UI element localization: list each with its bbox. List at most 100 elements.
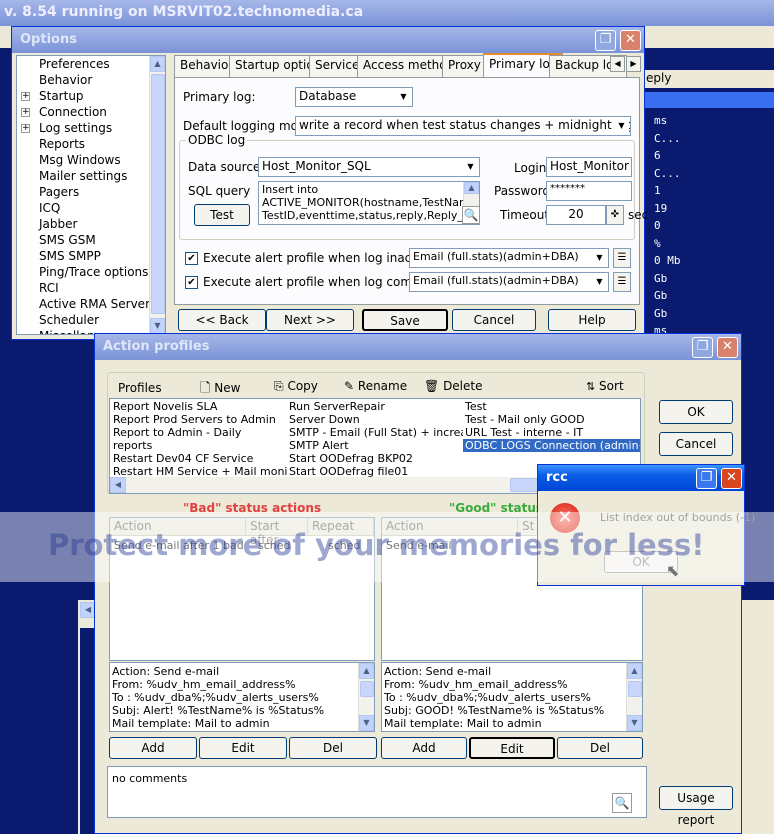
exec-life-select[interactable]: Email (full.stats)(admin+DBA) ▼ [409,272,609,292]
zoom-icon[interactable]: 🔍 [462,206,480,224]
exec-inaccessible-checkbox[interactable]: ✔ [185,252,198,265]
options-restore-button[interactable]: ❐ [595,30,616,51]
bad-add-button[interactable]: Add [109,737,197,759]
cancel-button[interactable]: Cancel [452,309,536,331]
help-button[interactable]: Help [548,309,636,331]
tree-item[interactable]: RCI [17,281,165,297]
tree-item[interactable]: Msg Windows [17,153,165,169]
copy-profile-button[interactable]: ⎘ Copy [274,379,318,394]
list-item[interactable]: Restart Dev04 CF Service [111,452,287,465]
tree-item[interactable]: ICQ [17,201,165,217]
list-item[interactable]: Report Prod Servers to Admin [111,413,287,426]
profiles-scroll-left[interactable]: ◀ [110,477,126,493]
list-item[interactable]: reports [111,439,287,452]
expand-plus-icon[interactable]: + [21,124,30,133]
data-source-select[interactable]: Host_Monitor_SQL ▼ [258,157,480,177]
exec-inaccessible-select[interactable]: Email (full.stats)(admin+DBA) ▼ [409,248,609,268]
tree-item[interactable]: + Startup [17,89,165,105]
new-document-icon: 🗋 [200,381,211,396]
sort-label: Sort [599,379,624,393]
tree-item[interactable]: Active RMA Server [17,297,165,313]
error-title: rcc [546,470,568,485]
ok-button[interactable]: OK [659,400,733,424]
list-item[interactable]: URL Test - interne - IT [463,426,640,439]
tree-scroll-down[interactable]: ▼ [150,318,165,334]
action-profiles-restore-button[interactable]: ❐ [692,337,713,358]
good-details-scroll-down[interactable]: ▼ [627,715,642,731]
default-mode-value: write a record when test status changes … [299,118,630,132]
list-item[interactable]: Test - Mail only GOOD [463,413,640,426]
options-tree[interactable]: Preferences Behavior + Startup + Connection + L… [16,55,166,335]
tree-item[interactable]: + Log settings [17,121,165,137]
tab-scroll-left[interactable]: ◀ [610,56,625,72]
comments-box[interactable]: no comments 🔍 [107,766,647,818]
list-item[interactable]: Report Novelis SLA [111,400,287,413]
tree-scroll-thumb[interactable] [151,74,165,314]
primary-log-select[interactable]: Database ▼ [295,87,413,107]
expand-plus-icon[interactable]: + [21,92,30,101]
test-button[interactable]: Test [194,204,250,226]
rename-profile-button[interactable]: ✎ Rename [344,379,407,393]
chevron-down-icon: ▼ [592,274,607,290]
expand-plus-icon[interactable]: + [21,108,30,117]
profile-list-icon[interactable]: ☰ [613,272,631,292]
bad-details-scroll-down[interactable]: ▼ [359,715,374,731]
sql-scroll-up[interactable]: ▲ [464,182,479,194]
good-details-thumb[interactable] [628,681,642,697]
tree-scroll-up[interactable]: ▲ [150,56,165,72]
tree-scrollbar[interactable]: ▲ ▼ [149,56,165,334]
timeout-input[interactable]: 20 [546,205,606,225]
bad-del-button[interactable]: Del [289,737,377,759]
error-close-button[interactable]: ✕ [721,468,742,489]
list-item[interactable]: SMTP - Email (Full Stat) + increase Tr [287,426,463,439]
tree-item[interactable]: SMS GSM [17,233,165,249]
good-edit-button[interactable]: Edit [469,737,555,759]
bad-edit-button[interactable]: Edit [199,737,287,759]
data-source-value: Host_Monitor_SQL [262,159,371,173]
tree-item[interactable]: Behavior [17,73,165,89]
save-button[interactable]: Save [362,309,448,331]
back-button[interactable]: << Back [178,309,266,331]
next-button[interactable]: Next >> [266,309,354,331]
default-mode-select[interactable]: write a record when test status changes … [295,116,631,136]
timeout-spin-icon[interactable]: ✜ [606,205,624,225]
tree-item[interactable]: Preferences [17,57,165,73]
good-add-button[interactable]: Add [381,737,467,759]
delete-profile-button[interactable]: 🗑 Delete [424,379,483,393]
sort-profiles-button[interactable]: ⇅ Sort [586,379,624,393]
bad-details-thumb[interactable] [360,681,374,697]
tree-item[interactable]: Scheduler [17,313,165,329]
tree-item[interactable]: + Connection [17,105,165,121]
list-item[interactable]: Start OODefrag BKP02 [287,452,463,465]
good-details-scroll-up[interactable]: ▲ [627,663,642,679]
tree-item[interactable]: SMS SMPP [17,249,165,265]
sql-query-textarea[interactable]: Insert into ACTIVE_MONITOR(hostname,Test… [258,181,480,225]
good-del-button[interactable]: Del [557,737,643,759]
list-item[interactable]: Run ServerRepair [287,400,463,413]
tab-scroll-right[interactable]: ▶ [626,56,641,72]
good-details-scrollbar[interactable]: ▲ ▼ [626,663,642,731]
action-profiles-close-button[interactable]: ✕ [717,337,738,358]
usage-report-button[interactable]: Usage report [659,786,733,827]
list-item[interactable]: Test [463,400,640,413]
tree-item[interactable]: Reports [17,137,165,153]
password-input[interactable]: ******* [546,181,632,201]
exec-life-checkbox[interactable]: ✔ [185,276,198,289]
options-close-button[interactable]: ✕ [620,30,641,51]
list-item[interactable]: Report to Admin - Daily [111,426,287,439]
profile-list-icon[interactable]: ☰ [613,248,631,268]
error-restore-button[interactable]: ❐ [696,468,717,489]
tab-proxy[interactable]: Proxy [442,55,487,77]
list-item[interactable]: ODBC LOGS Connection (admin+DBA) [463,439,640,452]
list-item[interactable]: SMTP Alert [287,439,463,452]
tree-item[interactable]: Pagers [17,185,165,201]
login-input[interactable]: Host_Monitor [546,157,632,177]
zoom-icon[interactable]: 🔍 [612,793,632,813]
tree-item[interactable]: Ping/Trace options [17,265,165,281]
bad-details-scroll-up[interactable]: ▲ [359,663,374,679]
tree-item[interactable]: Mailer settings [17,169,165,185]
cancel-profiles-button[interactable]: Cancel [659,432,733,456]
tree-item[interactable]: Jabber [17,217,165,233]
bad-details-scrollbar[interactable]: ▲ ▼ [358,663,374,731]
list-item[interactable]: Server Down [287,413,463,426]
